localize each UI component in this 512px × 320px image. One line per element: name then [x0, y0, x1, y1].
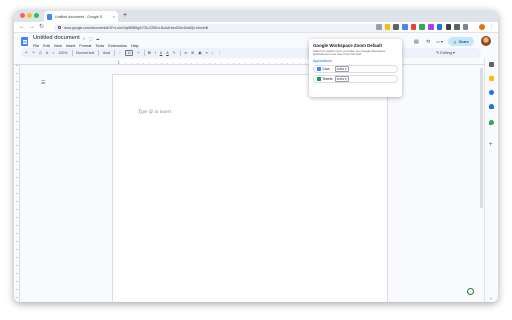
tasks-icon[interactable]	[489, 90, 494, 95]
formatting-toolbar: ↶ ↷ ⎙ A ⌖ 100% Normal text Arial − 11 + …	[21, 48, 481, 58]
add-addon-icon[interactable]: +	[489, 142, 493, 148]
tab-strip: Untitled document - Google D × +	[14, 10, 498, 22]
history-icon[interactable]: ⟲	[426, 39, 430, 45]
divider	[179, 50, 181, 56]
comment-icon[interactable]: ⊞	[191, 51, 194, 55]
lock-icon: 🔒	[453, 39, 458, 44]
extension-icon[interactable]	[410, 24, 417, 30]
side-panel: + ›	[484, 58, 498, 302]
side-panel-icon[interactable]	[462, 24, 469, 30]
divider	[143, 50, 145, 56]
address-bar[interactable]: docs.google.com/document/d/1FxLnJuGdp9BR…	[54, 23, 394, 32]
profile-avatar[interactable]	[479, 24, 485, 30]
maximize-window-button[interactable]	[34, 13, 39, 18]
url-text[interactable]: docs.google.com/document/d/1FxLnJuGdp9BR…	[64, 26, 208, 30]
extensions-puzzle-icon[interactable]	[454, 24, 460, 30]
image-icon[interactable]: ▣	[198, 51, 201, 55]
app-name: Sheets	[322, 77, 333, 81]
insert-placeholder[interactable]: Type @ to insert	[138, 110, 171, 115]
explore-icon[interactable]	[467, 288, 474, 295]
decrease-font-size-button[interactable]: −	[119, 51, 121, 55]
paint-format-icon[interactable]: ⌖	[52, 51, 54, 55]
zoom-default-popup: Google Workspace Zoom Default Select the…	[309, 39, 402, 97]
maps-icon[interactable]	[489, 120, 494, 125]
docs-zoom-select[interactable]: 125% ▾	[334, 66, 349, 72]
applications-heading: Applications	[313, 59, 332, 63]
chrome-menu-icon[interactable]: ⋮	[489, 23, 494, 31]
close-window-button[interactable]	[20, 13, 25, 18]
popup-title: Google Workspace Zoom Default	[313, 43, 382, 48]
sheets-zoom-select[interactable]: 125% ▾	[334, 76, 349, 82]
share-label: Share	[458, 39, 469, 44]
extension-icon[interactable]	[419, 24, 425, 30]
document-page[interactable]	[112, 74, 388, 302]
minimize-window-button[interactable]	[27, 13, 32, 18]
font-select[interactable]: Arial	[103, 51, 110, 55]
scrollbar[interactable]	[480, 68, 483, 208]
extension-icon[interactable]	[393, 24, 399, 30]
sheets-icon	[317, 76, 321, 82]
docs-icon	[317, 66, 321, 72]
close-tab-icon[interactable]: ×	[113, 14, 115, 19]
share-page-icon[interactable]	[376, 24, 382, 30]
underline-button[interactable]: U	[160, 51, 163, 55]
extension-icon[interactable]	[445, 24, 451, 30]
text-color-button[interactable]: A	[166, 51, 168, 55]
style-select[interactable]: Normal text	[76, 51, 94, 55]
zoom-extension-icon[interactable]	[402, 24, 408, 30]
more-options-icon[interactable]: ⋮	[218, 51, 222, 55]
divider	[71, 50, 73, 56]
italic-button[interactable]: I	[155, 51, 156, 55]
divider	[98, 50, 99, 56]
reload-button[interactable]: ↻	[39, 23, 44, 32]
font-size-input[interactable]: 11	[124, 50, 134, 56]
tab-docs[interactable]: Untitled document - Google D ×	[44, 11, 118, 22]
back-button[interactable]: ←	[19, 23, 25, 32]
browser-toolbar: ← → ↻ docs.google.com/document/d/1FxLnJu…	[14, 22, 498, 33]
editing-mode-select[interactable]: ✎ Editing ▾	[436, 50, 455, 55]
document-title[interactable]: Untitled document	[33, 35, 80, 41]
align-icon[interactable]: ≡	[206, 51, 208, 55]
vertical-ruler[interactable]	[14, 65, 20, 302]
app-name: Docs	[322, 67, 330, 71]
new-tab-button[interactable]: +	[123, 11, 127, 21]
contacts-icon[interactable]	[489, 104, 494, 109]
redo-icon[interactable]: ↷	[32, 51, 35, 55]
extension-icons	[376, 24, 469, 30]
undo-icon[interactable]: ↶	[25, 51, 28, 55]
share-button[interactable]: 🔒 Share	[448, 37, 474, 46]
keep-icon[interactable]	[489, 76, 494, 81]
print-icon[interactable]: ⎙	[39, 51, 42, 55]
link-icon[interactable]: ⊝	[184, 51, 187, 55]
meet-icon[interactable]: ▭ ▾	[436, 39, 443, 44]
divider	[114, 50, 115, 56]
account-avatar[interactable]	[481, 36, 491, 46]
bold-button[interactable]: B	[148, 51, 151, 55]
docs-favicon-icon	[47, 13, 52, 20]
browser-window: Untitled document - Google D × + ← → ↻ d…	[14, 10, 498, 302]
bookmark-star-icon[interactable]	[384, 24, 391, 30]
line-spacing-icon[interactable]: ↕	[212, 51, 214, 55]
comments-icon[interactable]: ▤	[414, 39, 419, 45]
popup-description: Select the default zoom you'd like your …	[313, 48, 386, 56]
highlight-icon[interactable]: ✎	[173, 51, 176, 55]
docs-logo-icon[interactable]	[21, 37, 28, 46]
title-actions-icons[interactable]: ☆ ⬚ ☁	[82, 36, 101, 41]
spellcheck-icon[interactable]: A	[46, 51, 48, 55]
app-row-docs: Docs 125% ▾	[313, 65, 398, 73]
app-row-sheets: Sheets 125% ▾	[313, 75, 398, 83]
forward-button[interactable]: →	[29, 23, 35, 32]
extension-icon[interactable]	[428, 24, 434, 30]
calendar-icon[interactable]	[489, 62, 494, 67]
extension-icon[interactable]	[436, 24, 443, 30]
zoom-select[interactable]: 100%	[58, 51, 67, 55]
chevron-right-icon[interactable]: ›	[490, 296, 492, 302]
increase-font-size-button[interactable]: +	[137, 51, 139, 55]
document-outline-icon[interactable]: ☰	[41, 80, 45, 86]
tab-title: Untitled document - Google D	[55, 14, 103, 19]
lock-icon	[58, 26, 61, 29]
